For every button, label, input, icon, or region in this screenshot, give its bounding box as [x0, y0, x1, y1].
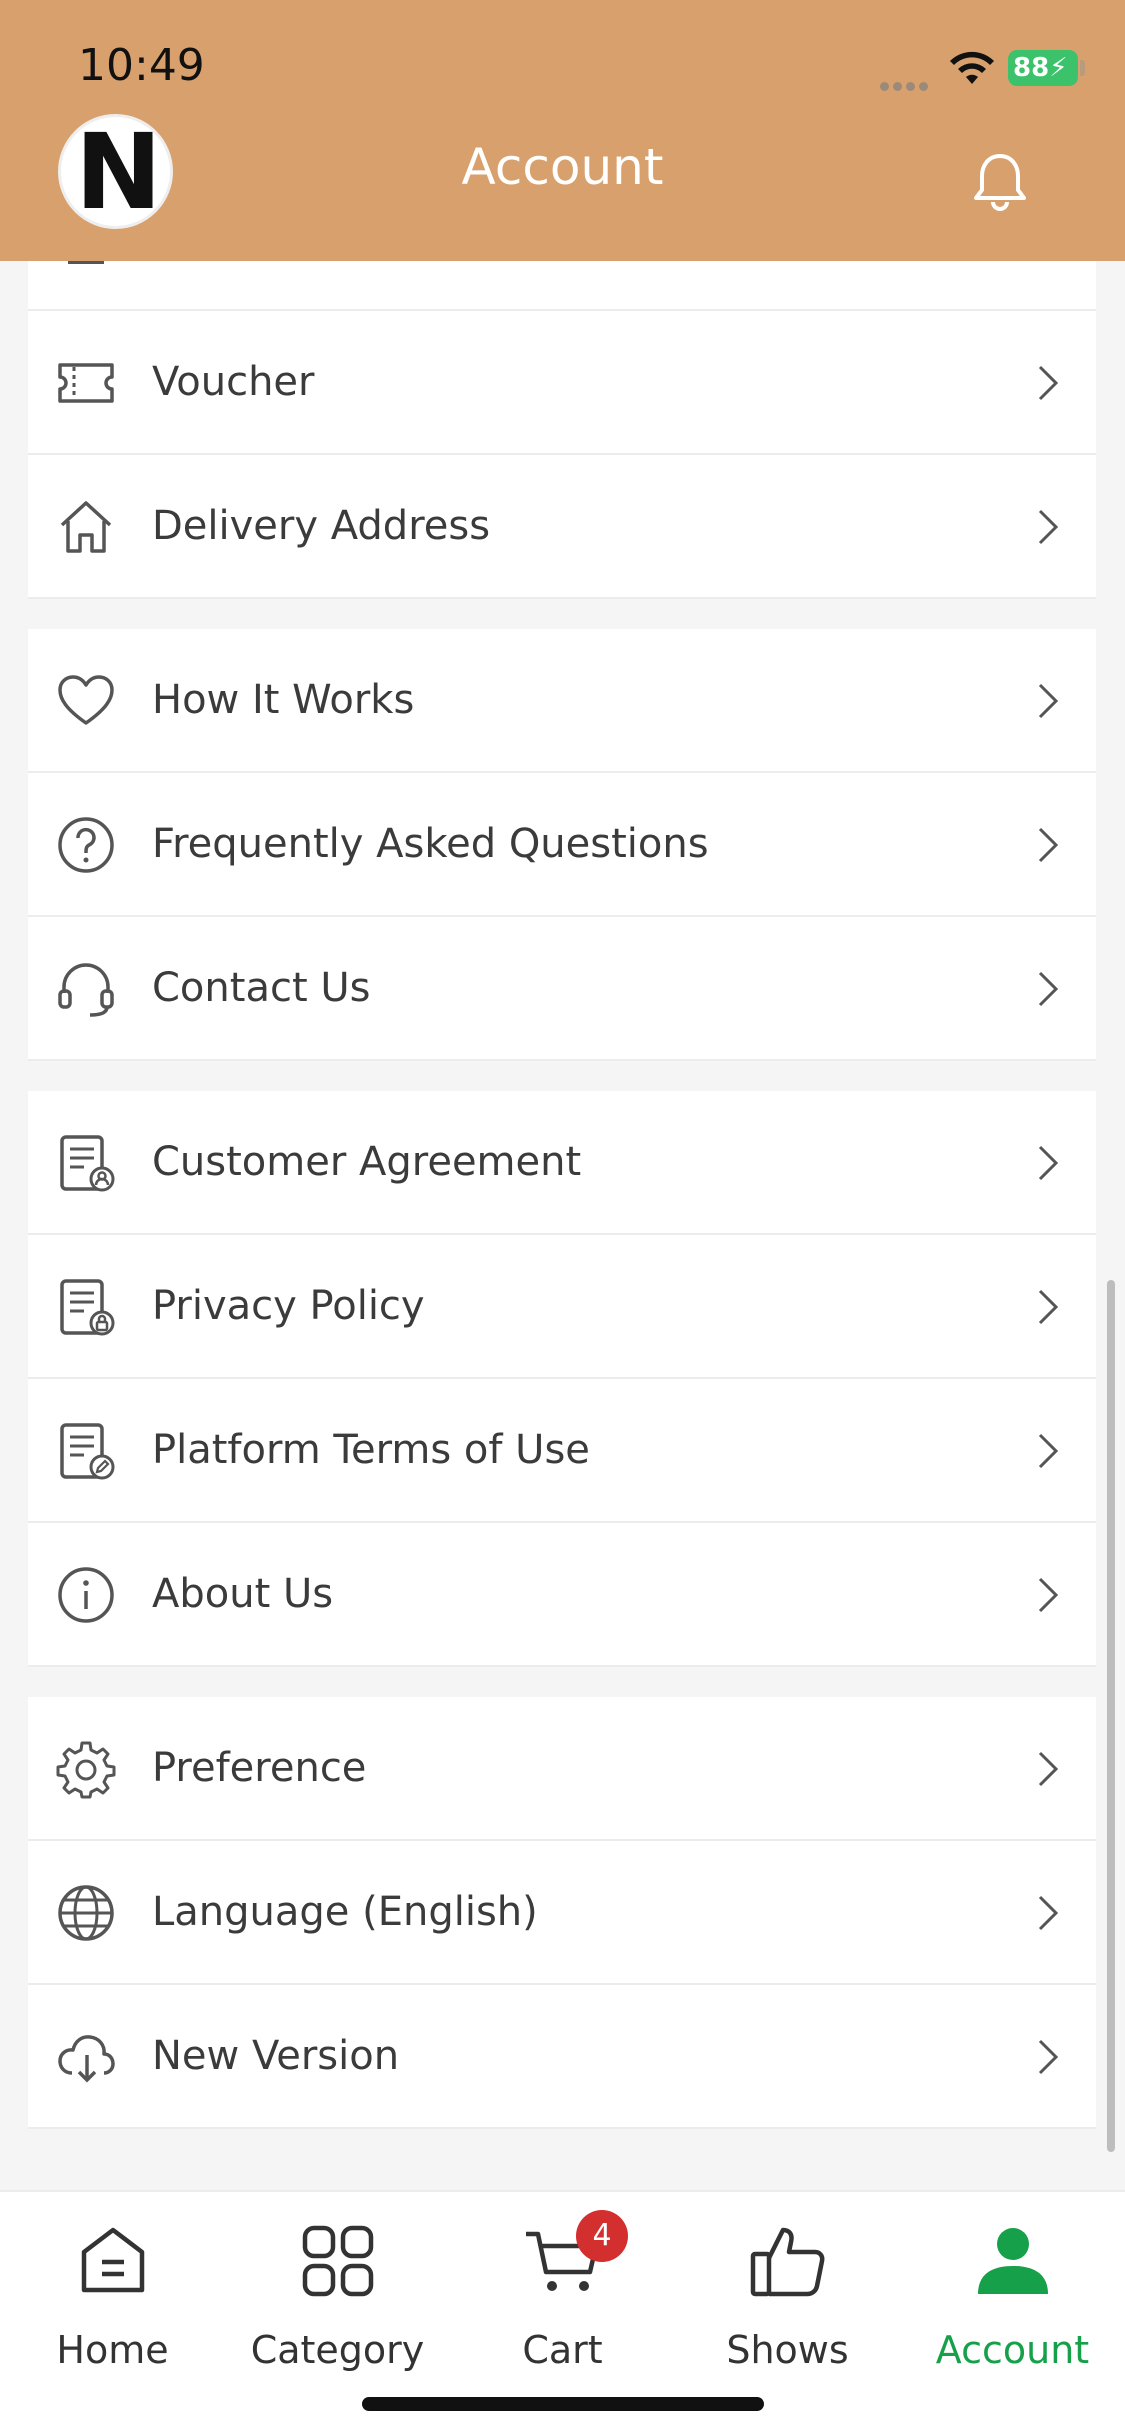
app-header: 10:49 88⚡ N Account	[0, 0, 1125, 261]
chevron-right-icon	[1038, 509, 1059, 545]
chevron-right-icon	[1038, 1145, 1059, 1181]
menu-group-settings: Preference Language (English) New Versio…	[28, 1697, 1096, 2129]
menu-group-account: Voucher Delivery Address	[28, 311, 1096, 599]
menu-item-label: Contact Us	[152, 965, 371, 1011]
globe-icon	[58, 1885, 114, 1941]
tab-label: Cart	[522, 2328, 603, 2372]
menu-item-label: How It Works	[152, 677, 415, 723]
thumbs-up-icon	[750, 2227, 825, 2297]
tab-label: Category	[250, 2328, 425, 2372]
document-user-icon	[60, 1135, 115, 1192]
home-indicator	[362, 2397, 764, 2411]
user-icon	[978, 2228, 1048, 2294]
partial-icon	[68, 261, 104, 264]
partial-row	[28, 261, 1096, 311]
tab-home[interactable]: Home	[0, 2192, 225, 2392]
menu-item-new-version[interactable]: New Version	[28, 1985, 1096, 2129]
menu-item-label: Frequently Asked Questions	[152, 821, 709, 867]
bell-icon[interactable]	[970, 150, 1030, 212]
account-menu: Voucher Delivery Address How It Works Fr…	[28, 261, 1096, 2129]
menu-group-help: How It Works Frequently Asked Questions …	[28, 629, 1096, 1061]
menu-item-platform-terms[interactable]: Platform Terms of Use	[28, 1379, 1096, 1523]
menu-item-label: New Version	[152, 2033, 400, 2079]
menu-item-voucher[interactable]: Voucher	[28, 311, 1096, 455]
menu-item-about-us[interactable]: About Us	[28, 1523, 1096, 1667]
signal-dots-icon	[880, 76, 936, 91]
battery-cap	[1080, 60, 1085, 76]
menu-item-label: Language (English)	[152, 1889, 538, 1935]
battery-level: 88	[1013, 53, 1050, 83]
heart-icon	[58, 675, 114, 725]
chevron-right-icon	[1038, 971, 1059, 1007]
ticket-icon	[58, 363, 114, 403]
menu-item-label: Privacy Policy	[152, 1283, 425, 1329]
menu-item-privacy-policy[interactable]: Privacy Policy	[28, 1235, 1096, 1379]
menu-item-delivery-address[interactable]: Delivery Address	[28, 455, 1096, 599]
group-gap	[28, 1061, 1096, 1091]
headset-icon	[58, 963, 114, 1017]
chevron-right-icon	[1038, 683, 1059, 719]
menu-item-faq[interactable]: Frequently Asked Questions	[28, 773, 1096, 917]
chevron-right-icon	[1038, 1577, 1059, 1613]
tab-category[interactable]: Category	[225, 2192, 450, 2392]
cloud-download-icon	[58, 2035, 115, 2083]
menu-item-label: Preference	[152, 1745, 367, 1791]
group-gap	[28, 599, 1096, 629]
menu-item-language[interactable]: Language (English)	[28, 1841, 1096, 1985]
menu-item-label: Customer Agreement	[152, 1139, 582, 1185]
home-icon	[60, 501, 112, 553]
scrollbar[interactable]	[1107, 1280, 1115, 2152]
menu-item-label: Platform Terms of Use	[152, 1427, 590, 1473]
chevron-right-icon	[1038, 1751, 1059, 1787]
info-circle-icon	[58, 1567, 114, 1623]
question-circle-icon	[58, 817, 114, 873]
tab-label: Home	[56, 2328, 169, 2372]
grid-icon	[302, 2225, 374, 2297]
page-title: Account	[461, 138, 664, 196]
tab-account[interactable]: Account	[900, 2192, 1125, 2392]
menu-item-customer-agreement[interactable]: Customer Agreement	[28, 1091, 1096, 1235]
tab-shows[interactable]: Shows	[675, 2192, 900, 2392]
chevron-right-icon	[1038, 1895, 1059, 1931]
chevron-right-icon	[1038, 365, 1059, 401]
tab-label: Account	[935, 2328, 1090, 2372]
chevron-right-icon	[1038, 2039, 1059, 2075]
group-gap	[28, 1667, 1096, 1697]
document-edit-icon	[60, 1423, 115, 1480]
gear-icon	[56, 1741, 116, 1799]
menu-item-contact-us[interactable]: Contact Us	[28, 917, 1096, 1061]
status-time: 10:49	[78, 40, 205, 91]
menu-item-preference[interactable]: Preference	[28, 1697, 1096, 1841]
wifi-icon	[950, 51, 994, 84]
chevron-right-icon	[1038, 1289, 1059, 1325]
chevron-right-icon	[1038, 827, 1059, 863]
menu-item-label: Voucher	[152, 359, 315, 405]
document-lock-icon	[60, 1279, 115, 1336]
home-tab-icon	[81, 2227, 145, 2293]
menu-group-legal: Customer Agreement Privacy Policy Platfo…	[28, 1091, 1096, 1667]
cart-badge: 4	[576, 2210, 628, 2262]
chevron-right-icon	[1038, 1433, 1059, 1469]
menu-item-how-it-works[interactable]: How It Works	[28, 629, 1096, 773]
menu-item-label: Delivery Address	[152, 503, 491, 549]
menu-item-label: About Us	[152, 1571, 334, 1617]
tab-cart[interactable]: Cart	[450, 2192, 675, 2392]
tab-label: Shows	[726, 2328, 849, 2372]
battery-indicator: 88⚡	[1008, 50, 1078, 86]
